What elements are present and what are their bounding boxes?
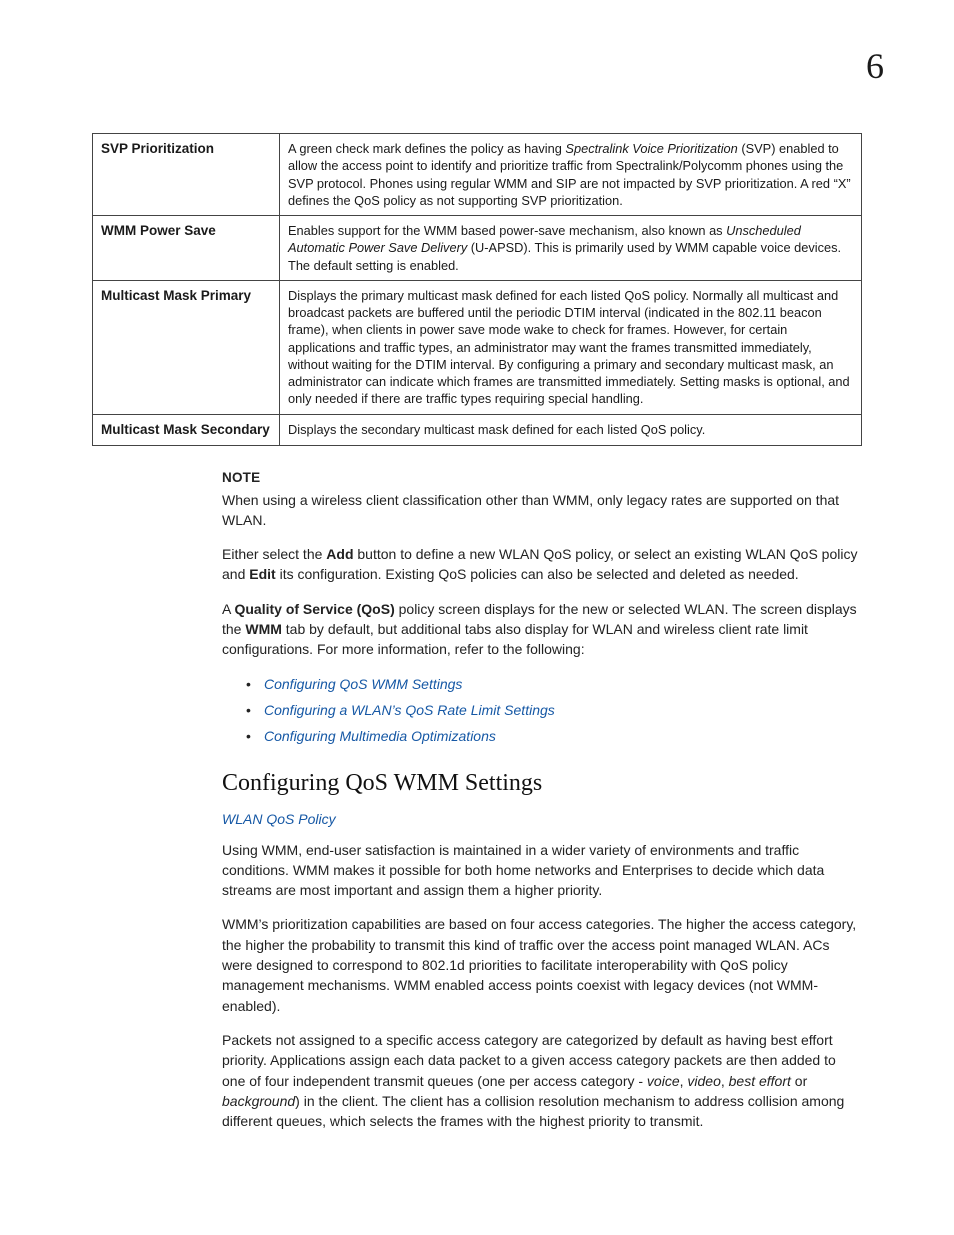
section-heading: Configuring QoS WMM Settings: [222, 766, 862, 801]
text: its configuration. Existing QoS policies…: [276, 566, 799, 582]
note-body: When using a wireless client classificat…: [222, 490, 862, 531]
text: or: [791, 1073, 807, 1089]
italic-text: best effort: [729, 1073, 791, 1089]
definition-cell: Displays the secondary multicast mask de…: [280, 414, 862, 445]
breadcrumb-link: WLAN QoS Policy: [222, 809, 862, 829]
xref-link[interactable]: WLAN QoS Policy: [222, 811, 336, 827]
bold-text: Edit: [249, 566, 275, 582]
def-text: Displays the primary multicast mask defi…: [288, 288, 850, 407]
list-item: Configuring a WLAN’s QoS Rate Limit Sett…: [264, 700, 862, 720]
bold-text: Quality of Service (QoS): [234, 601, 394, 617]
chapter-number: 6: [866, 45, 884, 87]
paragraph: A Quality of Service (QoS) policy screen…: [222, 599, 862, 660]
definition-cell: A green check mark defines the policy as…: [280, 134, 862, 216]
definition-cell: Displays the primary multicast mask defi…: [280, 280, 862, 414]
term-cell: Multicast Mask Primary: [93, 280, 280, 414]
term-cell: Multicast Mask Secondary: [93, 414, 280, 445]
list-item: Configuring QoS WMM Settings: [264, 674, 862, 694]
bold-text: WMM: [245, 621, 282, 637]
table-row: SVP Prioritization A green check mark de…: [93, 134, 862, 216]
xref-list: Configuring QoS WMM Settings Configuring…: [222, 674, 862, 747]
xref-link[interactable]: Configuring QoS WMM Settings: [264, 676, 462, 692]
note-heading: NOTE: [222, 468, 862, 488]
page: 6 SVP Prioritization A green check mark …: [0, 0, 954, 1235]
text: ) in the client. The client has a collis…: [222, 1093, 844, 1129]
paragraph: Either select the Add button to define a…: [222, 544, 862, 585]
xref-link[interactable]: Configuring Multimedia Optimizations: [264, 728, 496, 744]
def-emph: Spectralink Voice Prioritization: [565, 141, 737, 156]
italic-text: video: [687, 1073, 720, 1089]
paragraph: WMM’s prioritization capabilities are ba…: [222, 914, 862, 1015]
definitions-table: SVP Prioritization A green check mark de…: [92, 133, 862, 446]
bold-text: Add: [326, 546, 353, 562]
text: Either select the: [222, 546, 326, 562]
text: A: [222, 601, 234, 617]
list-item: Configuring Multimedia Optimizations: [264, 726, 862, 746]
table-row: Multicast Mask Primary Displays the prim…: [93, 280, 862, 414]
table-row: Multicast Mask Secondary Displays the se…: [93, 414, 862, 445]
table-row: WMM Power Save Enables support for the W…: [93, 216, 862, 281]
body-content: NOTE When using a wireless client classi…: [222, 468, 862, 1131]
term-cell: WMM Power Save: [93, 216, 280, 281]
paragraph: Using WMM, end-user satisfaction is main…: [222, 840, 862, 901]
definition-cell: Enables support for the WMM based power-…: [280, 216, 862, 281]
italic-text: voice: [647, 1073, 680, 1089]
text: ,: [721, 1073, 729, 1089]
term-cell: SVP Prioritization: [93, 134, 280, 216]
text: tab by default, but additional tabs also…: [222, 621, 808, 657]
def-text: Enables support for the WMM based power-…: [288, 223, 726, 238]
italic-text: background: [222, 1093, 295, 1109]
paragraph: Packets not assigned to a specific acces…: [222, 1030, 862, 1131]
xref-link[interactable]: Configuring a WLAN’s QoS Rate Limit Sett…: [264, 702, 555, 718]
def-text: Displays the secondary multicast mask de…: [288, 422, 705, 437]
def-text: A green check mark defines the policy as…: [288, 141, 565, 156]
